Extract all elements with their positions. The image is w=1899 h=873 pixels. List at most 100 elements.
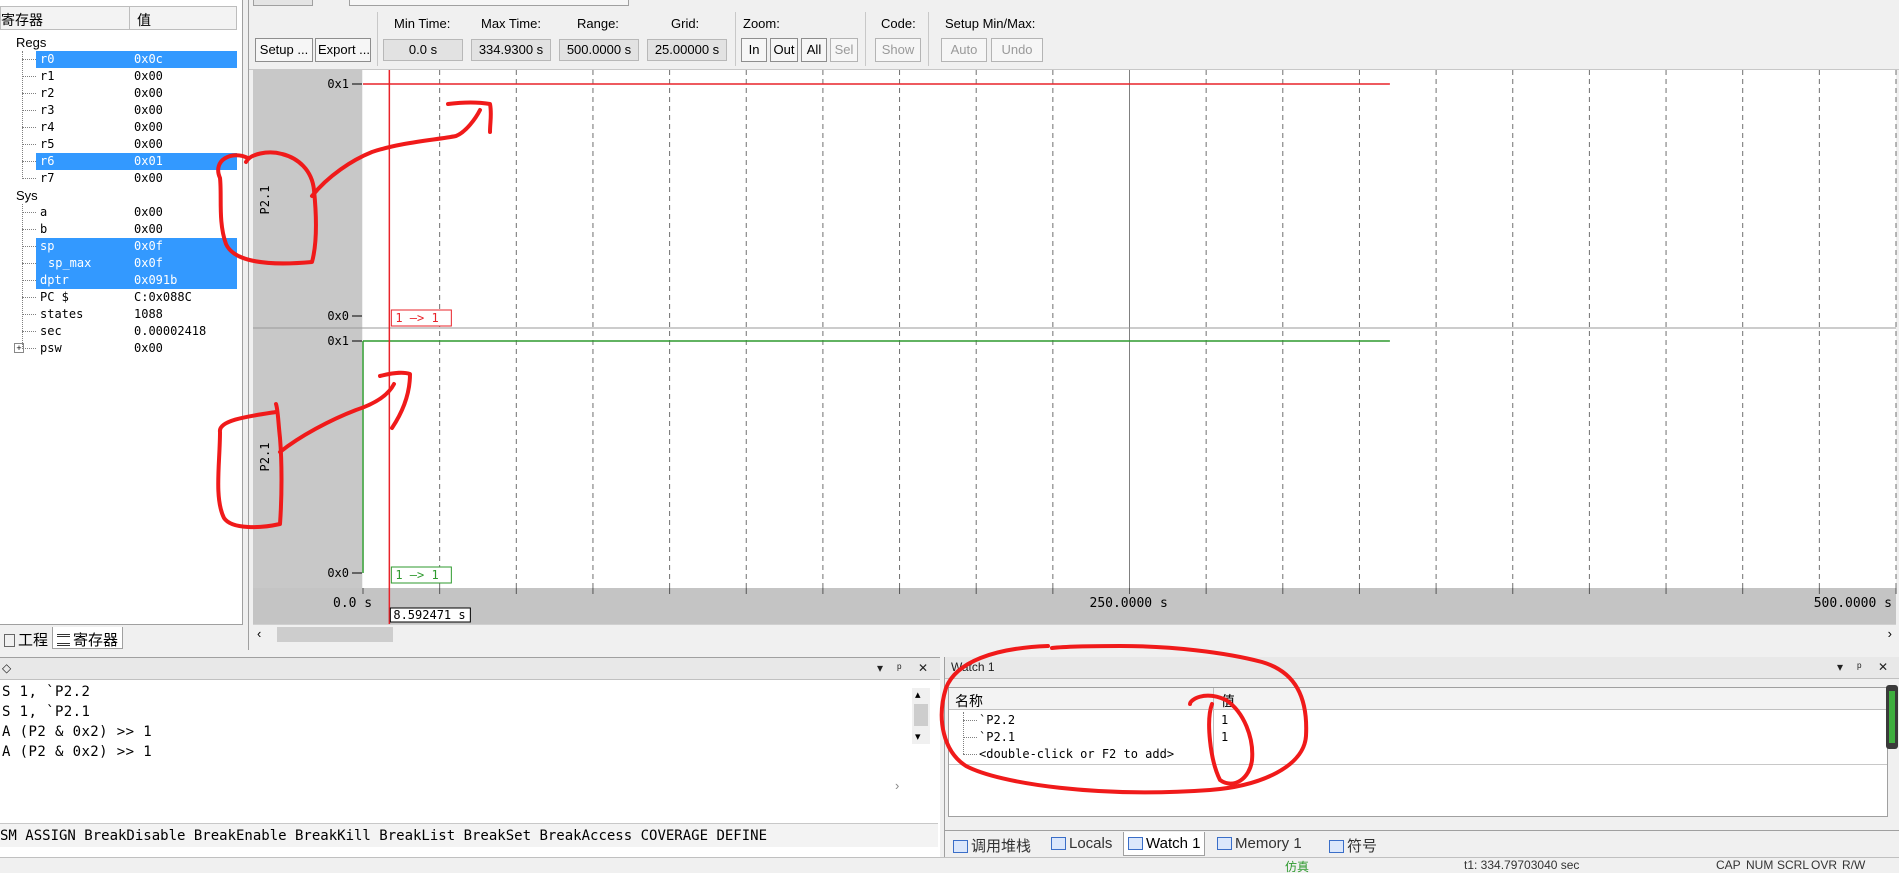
register-name: r4 [40, 120, 55, 134]
signal-name-label[interactable]: P2.1 [258, 443, 272, 472]
max-time-value: 334.9300 s [471, 39, 551, 61]
watch-row[interactable]: `P2.2 1 [949, 712, 1887, 729]
panel-menu-icon[interactable]: ▾ [877, 661, 883, 675]
register-column-header[interactable]: 寄存器 [1, 10, 129, 30]
scrollbar-thumb[interactable] [277, 627, 393, 642]
waveform-area[interactable]: P2.1 0x1 0x0 1 —> 1 P2.1 0x1 0x0 1 —> 1 0.0 s 25… [249, 70, 1899, 624]
zoom-all-button[interactable]: All [801, 38, 827, 62]
tab-project[interactable]: 工程 [0, 627, 52, 649]
undo-button[interactable]: Undo [991, 38, 1043, 62]
min-time-label: Min Time: [394, 16, 451, 31]
analyzer-tab[interactable] [349, 0, 629, 6]
panel-menu-icon[interactable]: ▾ [1837, 660, 1843, 674]
setup-min-max-label: Setup Min/Max: [945, 16, 1036, 31]
auto-button[interactable]: Auto [941, 38, 987, 62]
register-row[interactable]: b 0x00 [0, 221, 237, 238]
side-gauge-fill [1889, 691, 1895, 743]
register-row[interactable]: PC $ C:0x088C [0, 289, 237, 306]
register-value[interactable]: 0.00002418 [134, 324, 206, 338]
tree-connector [22, 144, 36, 145]
register-row[interactable]: r0 0x0c [0, 51, 237, 68]
register-row[interactable]: states 1088 [0, 306, 237, 323]
setup-button[interactable]: Setup ... [255, 38, 313, 62]
tab-memory-1[interactable]: Memory 1 [1213, 832, 1306, 856]
register-value[interactable]: 0x0f [134, 256, 163, 270]
zoom-sel-button[interactable]: Sel [830, 38, 858, 62]
register-group[interactable]: Regs [0, 34, 237, 51]
register-name: PC $ [40, 290, 69, 304]
register-row[interactable]: + psw 0x00 [0, 340, 237, 357]
register-value[interactable]: 0x0c [134, 52, 163, 66]
watch-row[interactable]: <double-click or F2 to add> [949, 746, 1887, 763]
register-row[interactable]: r4 0x00 [0, 119, 237, 136]
scroll-left-arrow-icon[interactable]: ‹ [257, 626, 261, 641]
export-button[interactable]: Export ... [315, 38, 371, 62]
register-row[interactable]: sec 0.00002418 [0, 323, 237, 340]
register-row[interactable]: dptr 0x091b [0, 272, 237, 289]
register-row[interactable]: r7 0x00 [0, 170, 237, 187]
pin-icon[interactable]: ᵖ [897, 661, 902, 675]
scroll-right-arrow-icon[interactable]: › [1888, 626, 1892, 641]
tab-project-label: 工程 [18, 632, 49, 649]
register-value[interactable]: 0x00 [134, 341, 163, 355]
register-value[interactable]: 0x0f [134, 239, 163, 253]
watch-name-column-header[interactable]: 名称 [955, 691, 983, 711]
register-row[interactable]: r2 0x00 [0, 85, 237, 102]
column-divider[interactable] [129, 7, 130, 29]
tree-connector [22, 51, 23, 179]
register-value[interactable]: 0x00 [134, 205, 163, 219]
register-row[interactable]: a 0x00 [0, 204, 237, 221]
watch-table: 名称 值 `P2.2 1 `P2.1 1 <double-click or F2 to … [948, 687, 1888, 817]
range-value: 500.0000 s [559, 39, 639, 61]
register-group[interactable]: Sys [0, 187, 237, 204]
register-row[interactable]: sp_max 0x0f [0, 255, 237, 272]
tree-connector [22, 110, 36, 111]
register-value[interactable]: 0x00 [134, 69, 163, 83]
close-icon[interactable]: ✕ [918, 661, 928, 675]
register-value[interactable]: 0x091b [134, 273, 177, 287]
register-value[interactable]: C:0x088C [134, 290, 192, 304]
watch-title-bar: Watch 1 ▾ ᵖ ✕ [945, 657, 1899, 679]
scroll-right-arrow-icon[interactable]: › [895, 778, 899, 793]
value-column-header[interactable]: 值 [137, 10, 151, 30]
register-row[interactable]: r1 0x00 [0, 68, 237, 85]
column-divider[interactable] [1213, 688, 1214, 709]
tab-watch-1[interactable]: Watch 1 [1123, 832, 1206, 856]
command-vertical-scrollbar[interactable]: ▴ ▾ [912, 688, 930, 744]
tab-symbols-label: 符号 [1347, 838, 1378, 855]
analyzer-horizontal-scrollbar[interactable]: ‹ › [253, 624, 1896, 644]
register-value[interactable]: 1088 [134, 307, 163, 321]
register-value[interactable]: 0x00 [134, 222, 163, 236]
code-show-button[interactable]: Show [875, 38, 921, 62]
scroll-up-arrow-icon[interactable]: ▴ [915, 688, 921, 701]
register-row[interactable]: r5 0x00 [0, 136, 237, 153]
register-row[interactable]: r6 0x01 [0, 153, 237, 170]
watch-value-column-header[interactable]: 值 [1221, 691, 1235, 711]
tab-locals[interactable]: Locals [1047, 832, 1116, 856]
analyzer-tab[interactable] [253, 0, 313, 6]
register-row[interactable]: sp 0x0f [0, 238, 237, 255]
register-group-label: Regs [16, 35, 47, 50]
scroll-down-arrow-icon[interactable]: ▾ [915, 730, 921, 743]
signal-name-label[interactable]: P2.1 [258, 186, 272, 215]
tab-registers[interactable]: 寄存器 [52, 627, 124, 649]
register-value[interactable]: 0x00 [134, 103, 163, 117]
zoom-out-button[interactable]: Out [770, 38, 798, 62]
watch-value[interactable]: 1 [1221, 730, 1228, 744]
close-icon[interactable]: ✕ [1878, 660, 1888, 674]
scrollbar-thumb[interactable] [914, 704, 928, 726]
watch-value[interactable]: 1 [1221, 713, 1228, 727]
register-value[interactable]: 0x00 [134, 137, 163, 151]
register-value[interactable]: 0x00 [134, 120, 163, 134]
watch-expression: <double-click or F2 to add> [979, 747, 1175, 761]
zoom-in-button[interactable]: In [741, 38, 767, 62]
register-row[interactable]: r3 0x00 [0, 102, 237, 119]
pin-icon[interactable]: ᵖ [1857, 660, 1862, 674]
register-value[interactable]: 0x00 [134, 171, 163, 185]
register-value[interactable]: 0x01 [134, 154, 163, 168]
tab-symbols[interactable]: 符号 [1325, 832, 1381, 856]
watch-row[interactable]: `P2.1 1 [949, 729, 1887, 746]
register-name: r0 [40, 52, 55, 66]
register-value[interactable]: 0x00 [134, 86, 163, 100]
tab-call-stack[interactable]: 调用堆栈 [949, 832, 1035, 856]
